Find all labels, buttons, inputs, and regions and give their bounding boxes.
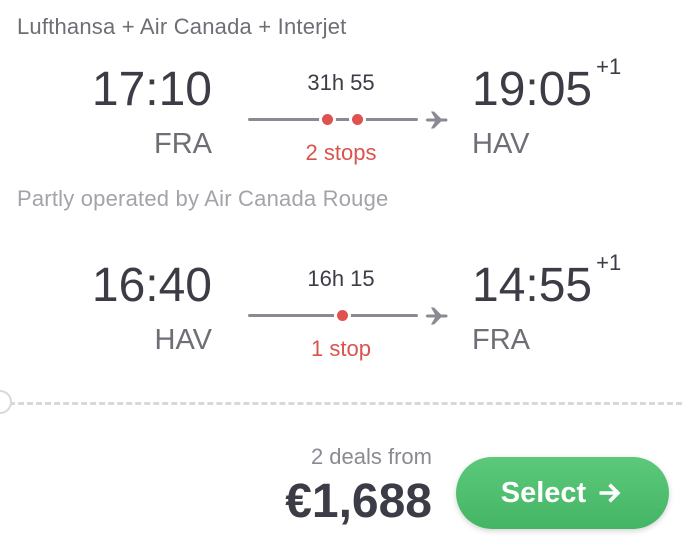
- outbound-arrival-time: 19:05 +1: [472, 54, 622, 116]
- deals-label: 2 deals from: [310, 444, 432, 469]
- inbound-departure-airport: HAV: [154, 324, 212, 356]
- inbound-stops-label: 1 stop: [311, 336, 371, 361]
- outbound-stop-dot: [352, 114, 363, 125]
- select-button-label: Select: [500, 476, 587, 509]
- ticket-divider: [0, 402, 682, 405]
- inbound-duration: 16h 15: [307, 266, 375, 291]
- outbound-departure-time: 17:10: [91, 63, 212, 116]
- outbound-stop-dot: [322, 114, 333, 125]
- inbound-arrival-time: 14:55 +1: [472, 250, 622, 312]
- airplane-icon: [425, 307, 448, 325]
- outbound-arrival-airport: HAV: [472, 128, 530, 160]
- outbound-stops-label: 2 stops: [305, 140, 377, 165]
- operated-by-note: Partly operated by Air Canada Rouge: [17, 186, 389, 211]
- airline-names: Lufthansa + Air Canada + Interjet: [17, 14, 347, 39]
- outbound-departure-airport: FRA: [154, 128, 212, 160]
- outbound-route-line: [248, 118, 418, 121]
- ticket-notch: [0, 390, 12, 414]
- select-button[interactable]: Select: [456, 457, 669, 529]
- price: €1,688: [285, 475, 432, 528]
- outbound-duration: 31h 55: [307, 70, 375, 95]
- flight-result-card[interactable]: Lufthansa + Air Canada + Interjet 17:10 …: [0, 0, 682, 552]
- inbound-stop-dot: [337, 310, 348, 321]
- outbound-day-offset: +1: [596, 54, 622, 79]
- inbound-day-offset: +1: [596, 250, 622, 275]
- inbound-route-line: [248, 314, 418, 317]
- inbound-arrival-airport: FRA: [472, 324, 530, 356]
- airplane-icon: [425, 111, 448, 129]
- inbound-departure-time: 16:40: [91, 259, 212, 312]
- arrow-right-icon: [599, 483, 621, 503]
